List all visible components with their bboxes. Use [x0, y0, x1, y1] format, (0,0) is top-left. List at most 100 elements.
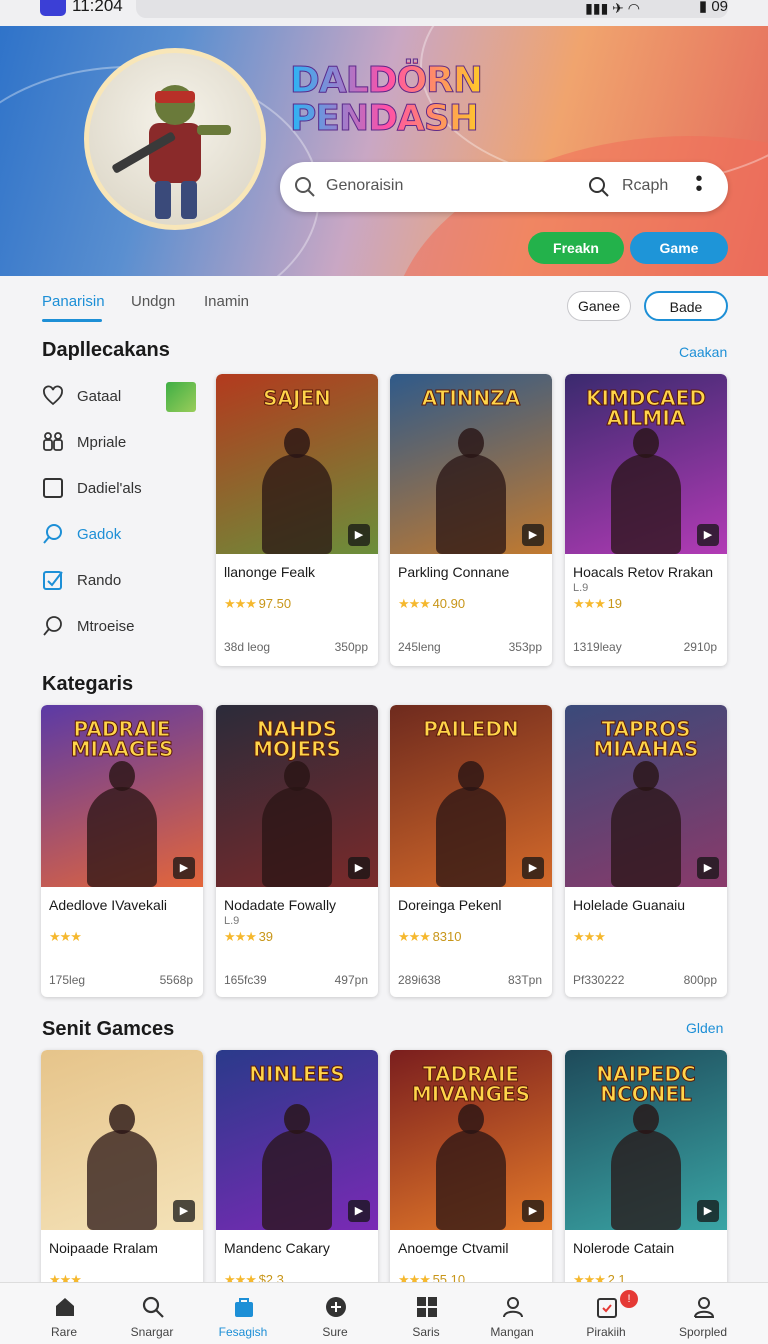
cover-title: PADRAIE MIAAGES: [70, 717, 174, 761]
nav-saris[interactable]: Saris: [381, 1283, 471, 1344]
rating-value: 97.50: [258, 596, 292, 611]
sidebar-item-label: Dadiel'als: [77, 480, 142, 497]
search-bar[interactable]: Genoraisin Rcaph • •: [280, 162, 728, 212]
game-rating: ★★★ 97.50: [224, 596, 291, 612]
game-logo: DALDÖRN PENDASH: [289, 61, 483, 138]
nav-mangan[interactable]: Mangan: [467, 1283, 557, 1344]
rating-value: 40.90: [432, 596, 466, 611]
game-meta-right: 83Tpn: [507, 973, 542, 987]
tab-inamin[interactable]: Inamin: [204, 293, 249, 310]
play-icon[interactable]: ▶: [348, 524, 370, 546]
game-card[interactable]: KIMDCAED AILMIA ▶ Hoacals Retov Rrakan L.9 ★…: [565, 374, 727, 666]
star-rating-icon: ★★★: [398, 596, 433, 611]
nav-label: Sure: [322, 1325, 348, 1339]
search-submit-icon[interactable]: [588, 176, 610, 198]
nav-snargar[interactable]: Snargar: [107, 1283, 197, 1344]
tab-undgn[interactable]: Undgn: [131, 293, 175, 310]
play-icon[interactable]: ▶: [522, 1200, 544, 1222]
cover-character: [262, 761, 332, 887]
game-meta-right: 2910p: [683, 640, 717, 654]
home-icon: [56, 1298, 74, 1316]
nav-pirakiih[interactable]: Pirakiih: [561, 1283, 651, 1344]
game-meta-left: 289i638: [398, 973, 441, 987]
checkbox-icon: [43, 571, 63, 590]
cover-title: SAJEN: [263, 386, 332, 410]
bade-chip[interactable]: Bade: [644, 291, 728, 321]
game-title: Parkling Connane: [398, 564, 510, 580]
play-icon[interactable]: ▶: [697, 1200, 719, 1222]
sidebar-item-mpriale[interactable]: Mpriale: [40, 420, 210, 466]
sidebar-item-rando[interactable]: Rando: [40, 558, 210, 604]
game-card[interactable]: SAJEN ▶ llanonge Fealk ★★★ 97.50 38d leog 350…: [216, 374, 378, 666]
game-card[interactable]: TADRAIE MIVANGES ▶ Anoemge Ctvamil ★★★ 55.1…: [390, 1050, 552, 1290]
cover-character: [262, 428, 332, 554]
nav-label: Fesagish: [218, 1325, 268, 1339]
senior-see-all-link[interactable]: Glden: [686, 1020, 723, 1036]
freakn-button[interactable]: Freakn: [528, 232, 624, 264]
nav-sporpled[interactable]: Sporpled: [658, 1283, 748, 1344]
game-card[interactable]: ▶ Noipaade Rralam ★★★: [41, 1050, 203, 1290]
profile-icon: [694, 1297, 715, 1318]
game-rating: ★★★ 8310: [398, 929, 462, 945]
game-rating: ★★★: [49, 929, 82, 945]
game-button[interactable]: Game: [630, 232, 728, 264]
profile-thumbnail[interactable]: [166, 382, 196, 412]
tab-panarisin[interactable]: Panarisin: [42, 293, 105, 310]
play-icon[interactable]: ▶: [697, 857, 719, 879]
signal-icon: ▮▮▮ ✈ ◠: [585, 0, 640, 16]
game-title: Doreinga Pekenl: [398, 897, 502, 913]
sidebar-item-dadielals[interactable]: Dadiel'als: [40, 466, 210, 512]
nav-fesagish[interactable]: Fesagish: [198, 1283, 288, 1344]
cover-character: [436, 428, 506, 554]
search-action-label[interactable]: Rcaph: [622, 177, 668, 195]
game-title: llanonge Fealk: [224, 564, 316, 580]
search-input[interactable]: Genoraisin: [326, 177, 403, 195]
cover-character: [87, 761, 157, 887]
game-meta-left: 38d leog: [224, 640, 271, 654]
more-options-icon[interactable]: • •: [694, 169, 704, 199]
game-card[interactable]: PADRAIE MIAAGES ▶ Adedlove IVavekali ★★★ 17…: [41, 705, 203, 997]
featured-see-all-link[interactable]: Caakan: [679, 344, 727, 360]
play-icon[interactable]: ▶: [697, 524, 719, 546]
cover-title: ATINNZA: [421, 386, 521, 410]
square-icon: [43, 478, 63, 498]
play-icon[interactable]: ▶: [173, 857, 195, 879]
cover-title: KIMDCAED AILMIA: [586, 386, 707, 430]
cover-character: [611, 761, 681, 887]
cover-character: [262, 1104, 332, 1230]
game-card[interactable]: NAHDS MOJERS ▶ Nodadate Fowally L.9 ★★★ 39 16…: [216, 705, 378, 997]
game-card[interactable]: ATINNZA ▶ Parkling Connane ★★★ 40.90 245leng…: [390, 374, 552, 666]
grid-icon: [417, 1297, 437, 1317]
battery-icon: ▮ 09: [698, 0, 728, 15]
game-card[interactable]: PAILEDN ▶ Doreinga Pekenl ★★★ 8310 289i638 83…: [390, 705, 552, 997]
star-rating-icon: ★★★: [573, 596, 608, 611]
game-title: Adedlove IVavekali: [49, 897, 168, 913]
sidebar-item-gadok[interactable]: Gadok: [40, 512, 210, 558]
search-icon: [43, 524, 62, 544]
game-title: Nodadate Fowally: [224, 897, 337, 913]
game-card[interactable]: NINLEES ▶ Mandenc Cakary ★★★ $2.3: [216, 1050, 378, 1290]
search-icon: [43, 616, 62, 636]
featured-section-title: Dapllecakans: [42, 339, 170, 361]
game-card[interactable]: NAIPEDC NCONEL ▶ Nolerode Catain ★★★ 2.1: [565, 1050, 727, 1290]
ganee-chip[interactable]: Ganee: [567, 291, 631, 321]
nav-sure[interactable]: Sure: [290, 1283, 380, 1344]
senior-section-title: Senit Gamces: [42, 1018, 175, 1040]
sidebar-item-label: Mpriale: [77, 434, 127, 451]
play-icon[interactable]: ▶: [522, 857, 544, 879]
game-card[interactable]: TAPROS MIAAHAS ▶ Holelade Guanaiu ★★★ Pf330…: [565, 705, 727, 997]
cover-character: [611, 1104, 681, 1230]
sidebar-item-mtroeise[interactable]: Mtroeise: [40, 604, 210, 650]
game-meta-right: 353pp: [508, 640, 542, 654]
play-icon[interactable]: ▶: [348, 1200, 370, 1222]
notification-badge: !: [620, 1290, 638, 1308]
star-rating-icon: ★★★: [398, 929, 433, 944]
game-title: Nolerode Catain: [573, 1240, 675, 1256]
rating-value: 19: [607, 596, 623, 611]
nav-rare[interactable]: Rare: [19, 1283, 109, 1344]
play-icon[interactable]: ▶: [522, 524, 544, 546]
play-icon[interactable]: ▶: [173, 1200, 195, 1222]
play-icon[interactable]: ▶: [348, 857, 370, 879]
app-icon: [40, 0, 66, 16]
sidebar-item-label: Gataal: [77, 388, 122, 405]
